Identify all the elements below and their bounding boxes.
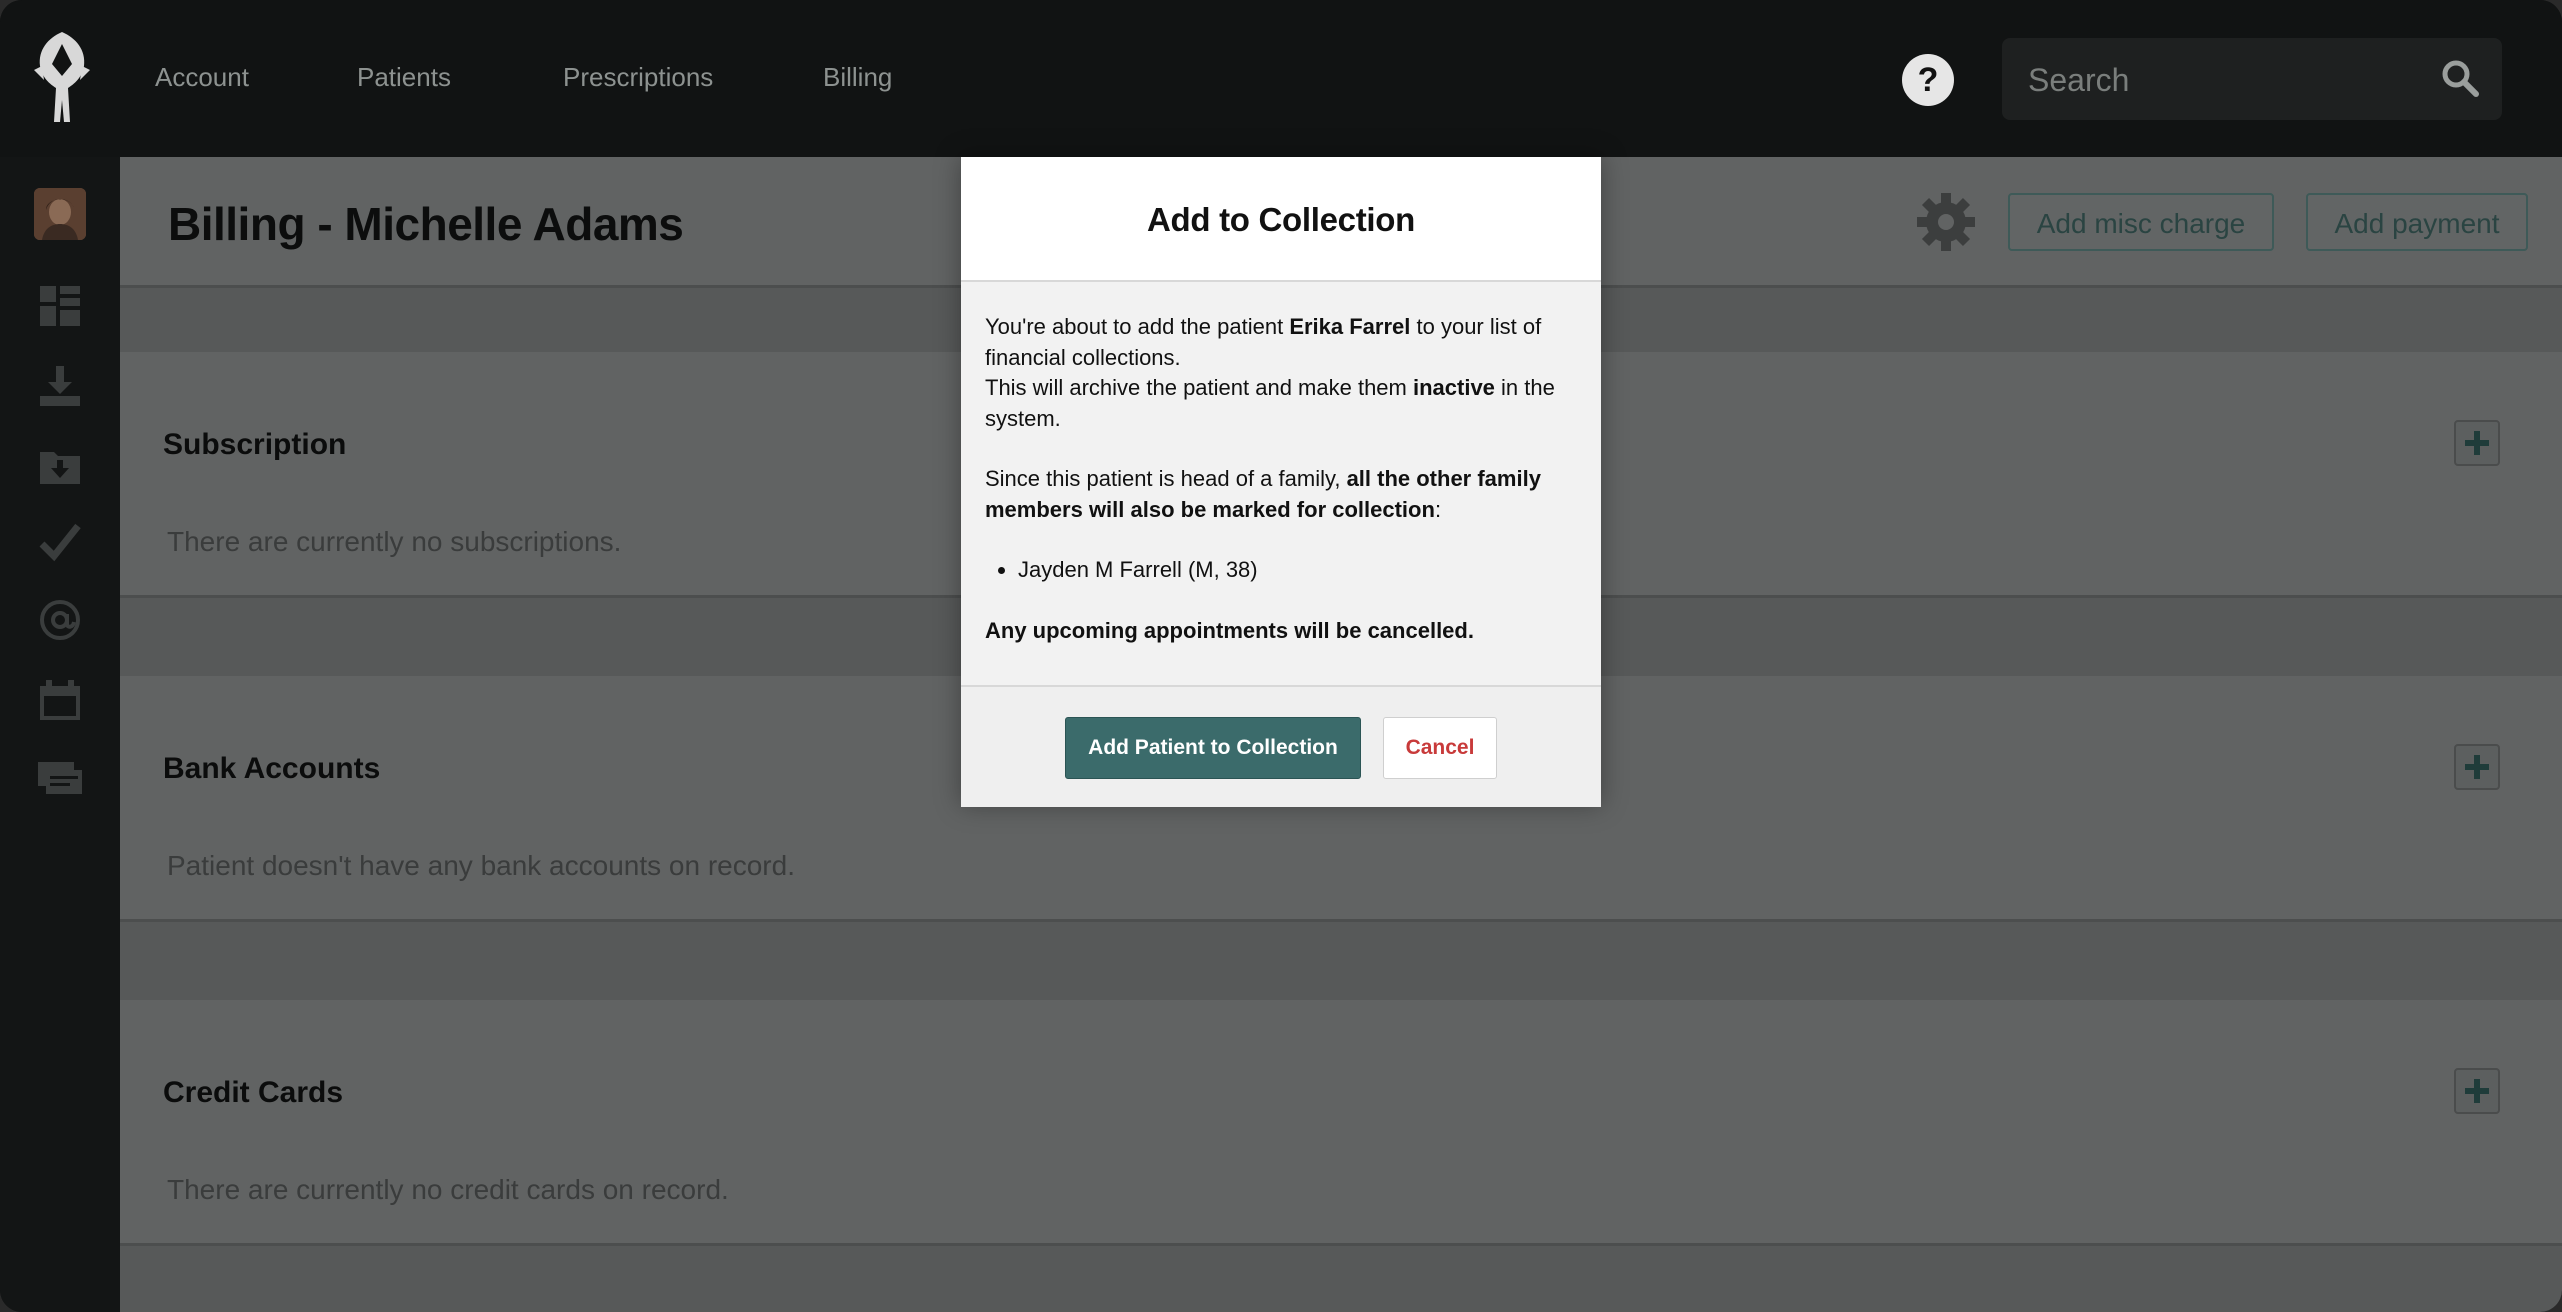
sidebar xyxy=(0,157,120,1312)
add-subscription-button[interactable] xyxy=(2454,420,2500,466)
checkmark-icon[interactable] xyxy=(36,518,84,566)
avatar[interactable] xyxy=(34,188,86,240)
download-icon[interactable] xyxy=(36,362,84,410)
nav-billing[interactable]: Billing xyxy=(823,62,892,93)
dialog-footer: Add Patient to Collection Cancel xyxy=(961,685,1601,807)
section-title: Credit Cards xyxy=(163,1076,344,1109)
plus-icon xyxy=(2465,1079,2489,1103)
dialog-title: Add to Collection xyxy=(1146,201,1416,238)
add-bank-account-button[interactable] xyxy=(2454,744,2500,790)
section-empty-text: Patient doesn't have any bank accounts o… xyxy=(167,850,795,881)
search-icon[interactable] xyxy=(2440,58,2480,98)
list-item: Jayden M Farrell (M, 38) xyxy=(1018,555,1585,586)
search-box xyxy=(2002,38,2502,122)
folder-download-icon[interactable] xyxy=(36,442,84,490)
text-segment: Since this patient is head of a family, xyxy=(985,466,1347,491)
search-input[interactable] xyxy=(2026,38,2410,122)
help-icon[interactable]: ? xyxy=(1902,54,1954,106)
page-title: Billing - Michelle Adams xyxy=(168,198,684,250)
add-payment-button[interactable]: Add payment xyxy=(2306,193,2528,251)
section-empty-text: There are currently no subscriptions. xyxy=(167,526,622,557)
cancel-button[interactable]: Cancel xyxy=(1383,717,1497,779)
family-member-list: Jayden M Farrell (M, 38) xyxy=(985,555,1585,586)
add-misc-charge-button[interactable]: Add misc charge xyxy=(2008,193,2274,251)
section-title: Bank Accounts xyxy=(163,752,381,785)
section-title: Subscription xyxy=(163,428,347,461)
inactive-emphasis: inactive xyxy=(1412,375,1495,400)
nav-account[interactable]: Account xyxy=(155,62,249,93)
dashboard-icon[interactable] xyxy=(36,282,84,330)
add-credit-card-button[interactable] xyxy=(2454,1068,2500,1114)
text-segment: : xyxy=(1434,496,1442,522)
calendar-icon[interactable] xyxy=(36,676,84,724)
add-to-collection-dialog: Add to Collection You're about to add th… xyxy=(961,157,1601,807)
text-segment: You're about to add the patient xyxy=(985,314,1290,339)
app-window: Account Patients Prescriptions Billing ? xyxy=(0,0,2562,1312)
nav-patients[interactable]: Patients xyxy=(357,62,451,93)
plus-icon xyxy=(2465,755,2489,779)
dialog-body: You're about to add the patient Erika Fa… xyxy=(985,312,1585,646)
dialog-header: Add to Collection xyxy=(961,157,1601,282)
at-sign-icon[interactable] xyxy=(36,596,84,644)
top-nav: Account Patients Prescriptions Billing ? xyxy=(0,0,2562,157)
add-patient-to-collection-button[interactable]: Add Patient to Collection xyxy=(1065,717,1361,779)
dialog-warning-text: Any upcoming appointments will be cancel… xyxy=(985,616,1585,647)
dialog-intro-text: You're about to add the patient Erika Fa… xyxy=(985,312,1585,373)
gear-icon[interactable] xyxy=(1915,191,1977,253)
dialog-archive-text: This will archive the patient and make t… xyxy=(985,373,1585,434)
warning-emphasis: Any upcoming appointments will be cancel… xyxy=(985,617,1474,643)
cards-icon[interactable] xyxy=(36,752,84,800)
nav-prescriptions[interactable]: Prescriptions xyxy=(563,62,713,93)
patient-name: Erika Farrel xyxy=(1289,314,1411,339)
app-logo-icon[interactable] xyxy=(30,30,94,124)
text-segment: This will archive the patient and make t… xyxy=(985,375,1413,400)
dialog-family-text: Since this patient is head of a family, … xyxy=(985,464,1585,525)
credit-cards-section: Credit Cards There are currently no cred… xyxy=(120,1000,2562,1246)
section-empty-text: There are currently no credit cards on r… xyxy=(167,1174,729,1205)
plus-icon xyxy=(2465,431,2489,455)
